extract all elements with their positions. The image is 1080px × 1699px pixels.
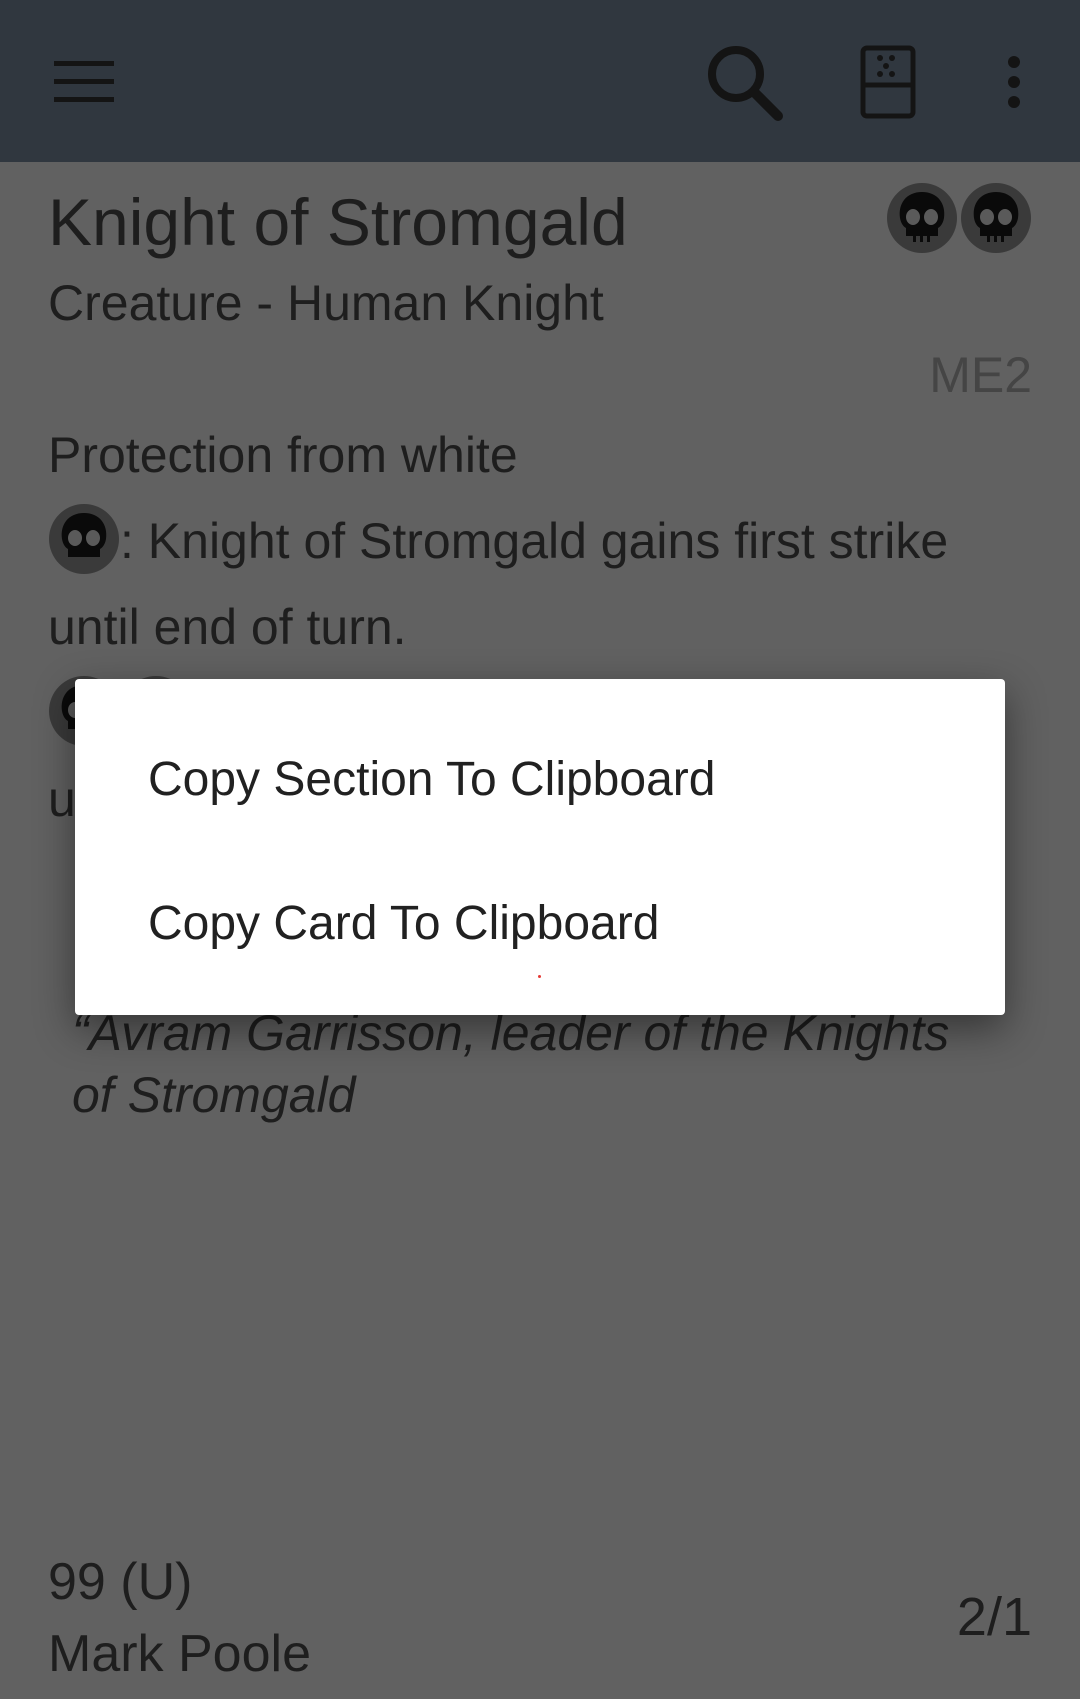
collector-number[interactable]: 99 (U) [48,1552,192,1612]
dice-button[interactable] [838,32,938,132]
hamburger-menu-icon [54,61,114,102]
menu-button[interactable] [34,32,134,132]
black-mana-icon [887,183,957,253]
copy-card-option[interactable]: Copy Card To Clipboard [75,851,1005,995]
flavor-line: of Stromgald [72,1067,356,1123]
card-name[interactable]: Knight of Stromgald [48,184,628,260]
ripple-indicator [538,975,541,978]
set-code[interactable]: ME2 [929,346,1032,404]
flavor-text[interactable]: “Avram Garrisson, leader of the Knights … [72,1002,1022,1126]
mana-cost [886,182,1032,254]
rules-line: : Knight of Stromgald gains first strike [48,498,1038,584]
copy-options-dialog: Copy Section To Clipboard Copy Card To C… [75,679,1005,1015]
black-mana-icon [49,503,119,574]
rules-line: until end of turn. [48,599,407,655]
search-icon [708,46,783,121]
rules-line: Protection from white [48,427,518,483]
app-toolbar [0,0,1080,162]
more-vert-icon [1008,56,1020,108]
black-mana-icon [961,183,1031,253]
card-type-line[interactable]: Creature - Human Knight [48,274,604,332]
copy-section-option[interactable]: Copy Section To Clipboard [75,707,1005,851]
artist-name[interactable]: Mark Poole [48,1624,311,1684]
dice-icon [860,45,916,119]
power-toughness[interactable]: 2/1 [957,1586,1032,1648]
overflow-menu-button[interactable] [964,32,1064,132]
search-button[interactable] [694,32,794,132]
rules-line-text: : Knight of Stromgald gains first strike [120,513,949,569]
